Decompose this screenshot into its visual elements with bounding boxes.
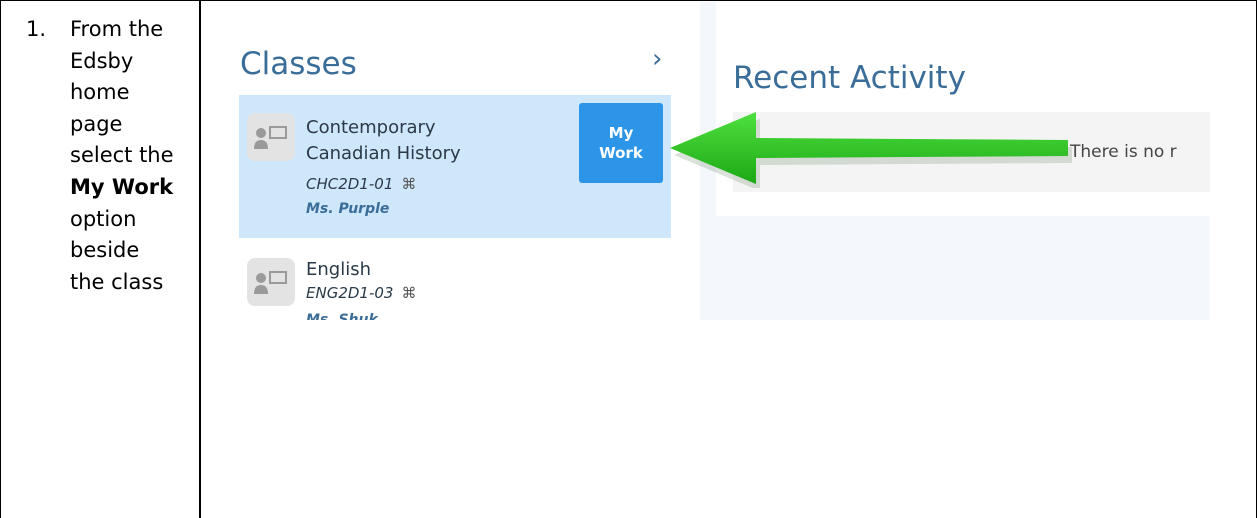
- green-arrow-icon: [670, 112, 1072, 188]
- code-group-icon: ⌘: [401, 175, 417, 193]
- recent-activity-title: Recent Activity: [733, 60, 966, 96]
- class-name[interactable]: English: [306, 257, 526, 283]
- chevron-right-icon[interactable]: ›: [652, 44, 662, 74]
- code-group-icon: ⌘: [401, 284, 417, 302]
- table-column-divider: [199, 0, 201, 518]
- class-code: ENG2D1-03 ⌘: [306, 284, 417, 302]
- class-row-english[interactable]: English ENG2D1-03 ⌘ Ms. Shuk: [239, 250, 671, 320]
- my-work-button[interactable]: My Work: [579, 103, 663, 183]
- class-avatar-icon: [247, 113, 295, 161]
- classes-title: Classes: [240, 46, 357, 82]
- step-instruction: From the Edsby home page select the My W…: [70, 14, 180, 298]
- class-avatar-icon: [247, 258, 295, 306]
- class-code: CHC2D1-01 ⌘: [306, 175, 417, 193]
- class-name[interactable]: Contemporary Canadian History: [306, 115, 526, 167]
- class-teacher[interactable]: Ms. Purple: [306, 201, 389, 217]
- step-text-bold: My Work: [70, 174, 174, 199]
- table-top-border: [0, 0, 1257, 1]
- recent-activity-empty: There is no r: [1070, 142, 1177, 162]
- edsby-screenshot: Classes › Contemporary Canadian History …: [208, 2, 1210, 320]
- step-text-after: option beside the class: [70, 206, 164, 294]
- table-left-border: [0, 0, 1, 518]
- step-number: 1.: [26, 17, 47, 41]
- step-text-before: From the Edsby home page select the: [70, 17, 174, 168]
- class-row-history[interactable]: Contemporary Canadian History CHC2D1-01 ⌘…: [239, 95, 671, 238]
- recent-top-strip: [716, 2, 1210, 40]
- class-teacher[interactable]: Ms. Shuk: [306, 312, 378, 320]
